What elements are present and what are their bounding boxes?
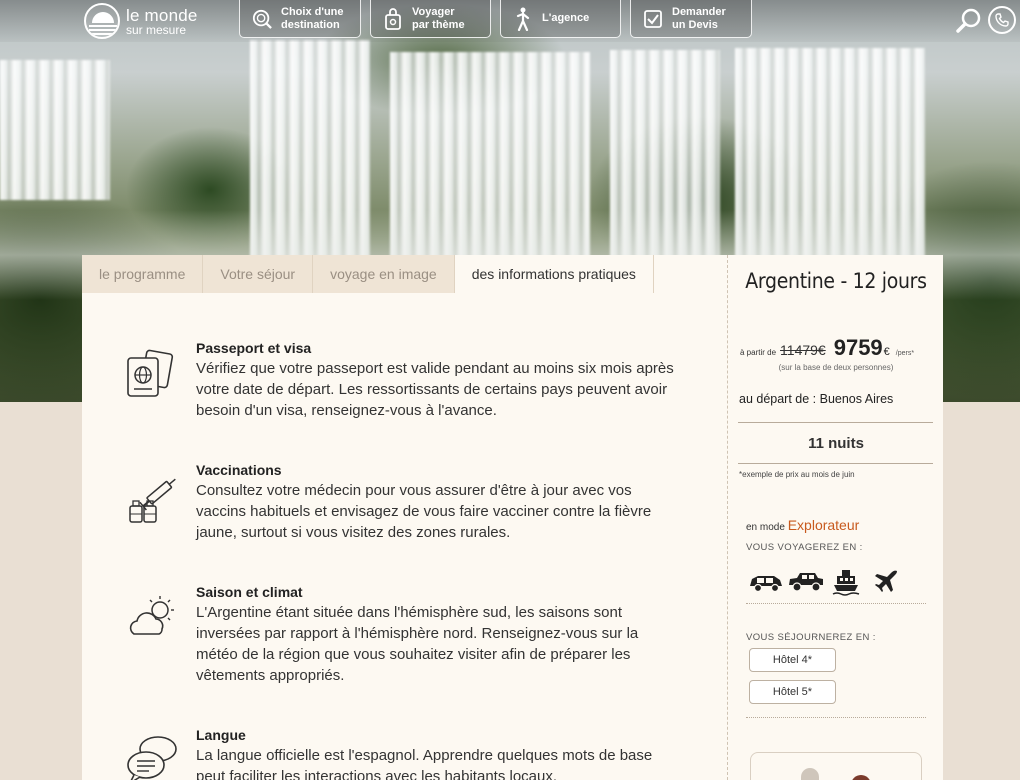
accommodation-label: VOUS SÉJOURNEREZ EN :	[746, 632, 876, 643]
nav-label: Voyager par thème	[412, 5, 465, 31]
nights-count: 11 nuits	[808, 435, 864, 452]
weather-icon	[124, 588, 182, 646]
logo-icon	[84, 3, 120, 39]
hotel-4-star-badge[interactable]: Hôtel 4*	[749, 648, 836, 672]
passport-icon	[124, 344, 182, 402]
section-title: Passeport et visa	[196, 340, 312, 356]
currency-symbol: €	[883, 346, 890, 358]
search-icon[interactable]	[956, 8, 982, 34]
practical-info-panel: le programme Votre séjour voyage en imag…	[82, 255, 727, 780]
price-basis-note: (sur la base de deux personnes)	[778, 363, 894, 372]
mode-prefix: en mode	[746, 522, 785, 533]
bag-icon	[383, 7, 403, 30]
speech-bubbles-icon	[124, 731, 182, 780]
tab-bar: le programme Votre séjour voyage en imag…	[82, 255, 727, 293]
price-row: à partir de 11479€ 9759 € /pers*	[740, 335, 940, 361]
nav-choose-destination-button[interactable]: Choix d'une destination	[239, 0, 361, 38]
trip-title: Argentine - 12 jours	[745, 269, 927, 293]
suv-icon	[786, 567, 826, 597]
info-section-language: Langue La langue officielle est l'espagn…	[124, 725, 684, 780]
search-globe-icon	[252, 9, 272, 29]
section-title: Langue	[196, 727, 246, 743]
phone-icon[interactable]	[988, 6, 1016, 34]
tab-photo-gallery[interactable]: voyage en image	[313, 255, 455, 293]
transport-icons	[746, 565, 926, 599]
brand-name-line2: sur mesure	[126, 22, 187, 37]
nav-label: Demander un Devis	[672, 5, 726, 31]
tab-programme[interactable]: le programme	[82, 255, 204, 293]
nav-travel-by-theme-button[interactable]: Voyager par thème	[370, 0, 491, 38]
avatar	[851, 775, 871, 780]
brand-name-line1: le monde	[126, 5, 198, 25]
section-text: Vérifiez que votre passeport est valide …	[196, 360, 674, 419]
plane-icon	[866, 567, 906, 597]
old-price: 11479€	[780, 342, 826, 358]
advisor-contact-card[interactable]	[750, 752, 922, 780]
divider	[738, 422, 933, 423]
divider	[746, 717, 926, 718]
departure-city: au départ de : Buenos Aires	[739, 392, 894, 406]
section-title: Saison et climat	[196, 584, 303, 600]
person-icon	[513, 7, 533, 31]
current-price: 9759	[833, 335, 883, 360]
divider	[738, 463, 933, 464]
per-person-label: /pers*	[895, 350, 915, 357]
vaccine-icon	[124, 466, 182, 524]
section-title: Vaccinations	[196, 462, 282, 478]
info-section-vaccinations: Vaccinations Consultez votre médecin pou…	[124, 460, 684, 543]
nav-request-quote-button[interactable]: Demander un Devis	[630, 0, 752, 38]
car-icon	[746, 567, 786, 597]
nav-label: L'agence	[542, 12, 590, 24]
brand-logo[interactable]: le monde sur mesure	[84, 2, 198, 40]
hotel-5-star-badge[interactable]: Hôtel 5*	[749, 680, 836, 704]
mode-value: Explorateur	[787, 517, 860, 533]
trip-summary-sidebar: Argentine - 12 jours à partir de 11479€ …	[727, 255, 943, 780]
checkbox-icon	[643, 9, 663, 29]
section-text: L'Argentine étant située dans l'hémisphè…	[196, 604, 639, 684]
avatar	[801, 768, 819, 780]
travel-mode: en mode Explorateur	[746, 517, 859, 533]
tab-your-stay[interactable]: Votre séjour	[203, 255, 314, 293]
info-section-season-climate: Saison et climat L'Argentine étant situé…	[124, 582, 684, 686]
tab-practical-info[interactable]: des informations pratiques	[454, 255, 654, 293]
price-from-label: à partir de	[740, 348, 777, 357]
top-navigation-bar: le monde sur mesure Choix d'une destinat…	[0, 0, 1020, 42]
info-section-passport: Passeport et visa Vérifiez que votre pas…	[124, 338, 684, 421]
nav-label: Choix d'une destination	[281, 5, 344, 31]
nav-agency-button[interactable]: L'agence	[500, 0, 621, 38]
transport-label: VOUS VOYAGEREZ EN :	[746, 542, 863, 553]
section-text: Consultez votre médecin pour vous assure…	[196, 482, 652, 541]
ferry-icon	[826, 567, 866, 597]
price-example-note: *exemple de prix au mois de juin	[739, 470, 855, 479]
section-text: La langue officielle est l'espagnol. App…	[196, 747, 653, 780]
divider	[746, 603, 926, 604]
